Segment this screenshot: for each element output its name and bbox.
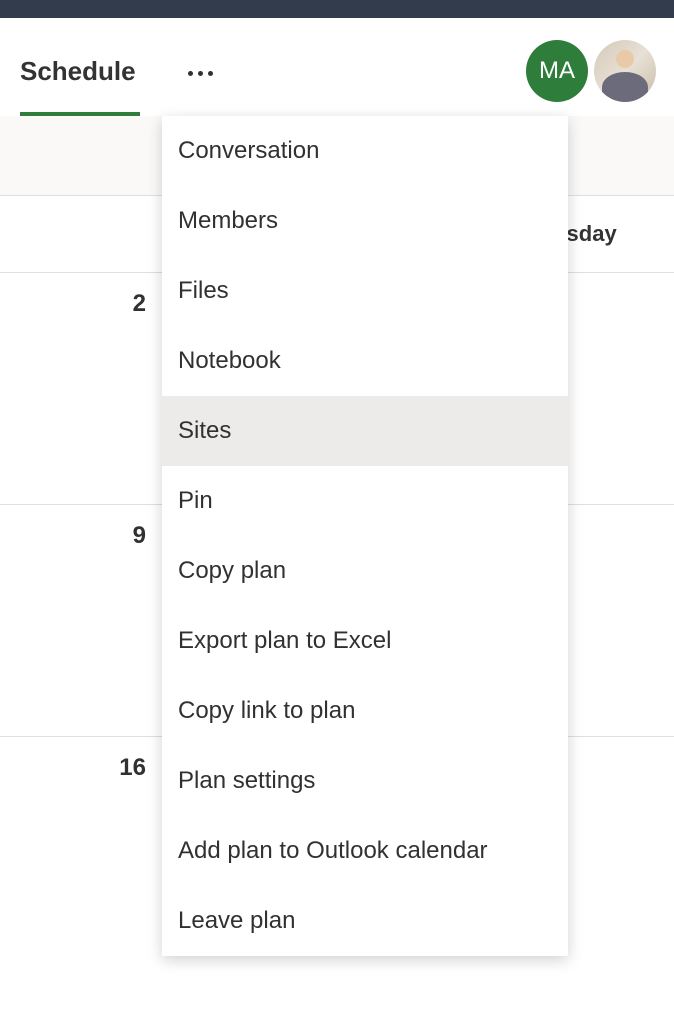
avatar-photo[interactable] <box>594 40 656 102</box>
menu-item-members[interactable]: Members <box>162 186 568 256</box>
date-cell[interactable]: 16 <box>0 737 160 969</box>
header-row: Schedule MA <box>0 18 674 116</box>
menu-item-files[interactable]: Files <box>162 256 568 326</box>
menu-item-pin[interactable]: Pin <box>162 466 568 536</box>
menu-item-notebook[interactable]: Notebook <box>162 326 568 396</box>
more-options-icon[interactable] <box>180 63 221 84</box>
menu-item-sites[interactable]: Sites <box>162 396 568 466</box>
date-cell[interactable]: 2 <box>0 273 160 504</box>
context-menu: Conversation Members Files Notebook Site… <box>162 116 568 956</box>
tab-active-underline <box>20 112 140 116</box>
menu-item-copy-plan[interactable]: Copy plan <box>162 536 568 606</box>
menu-item-leave-plan[interactable]: Leave plan <box>162 886 568 956</box>
menu-item-add-plan-to-outlook-calendar[interactable]: Add plan to Outlook calendar <box>162 816 568 886</box>
app-top-bar <box>0 0 674 18</box>
avatar-initials[interactable]: MA <box>526 40 588 102</box>
date-cell[interactable]: 9 <box>0 505 160 736</box>
menu-item-conversation[interactable]: Conversation <box>162 116 568 186</box>
menu-item-plan-settings[interactable]: Plan settings <box>162 746 568 816</box>
menu-item-export-plan-to-excel[interactable]: Export plan to Excel <box>162 606 568 676</box>
menu-item-copy-link-to-plan[interactable]: Copy link to plan <box>162 676 568 746</box>
tab-schedule[interactable]: Schedule <box>20 56 136 101</box>
